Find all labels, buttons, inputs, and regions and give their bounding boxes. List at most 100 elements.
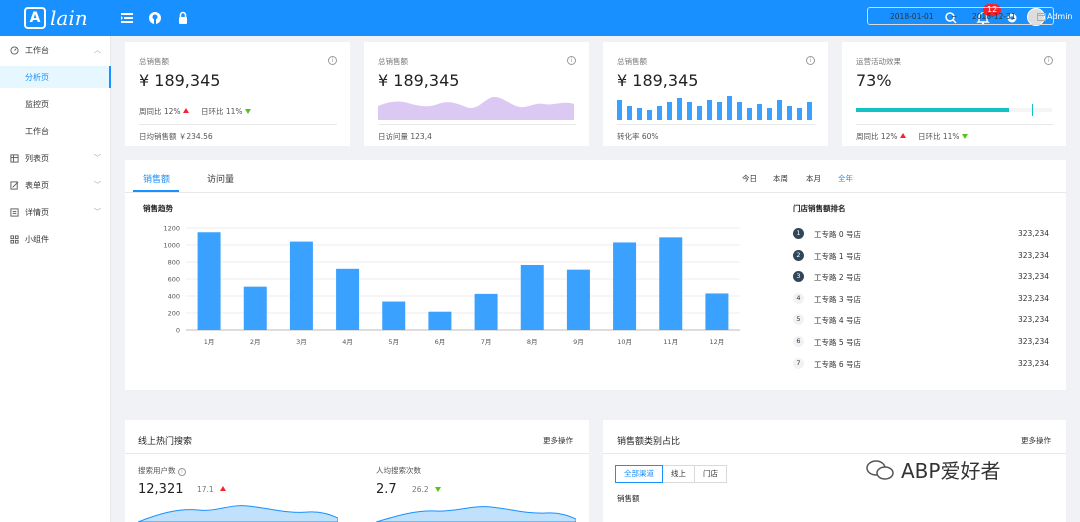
date-end[interactable]: 2018-12-31	[972, 12, 1016, 21]
wow-label: 周同比 12%	[139, 107, 181, 116]
sidebar-group-dashboard[interactable]: 工作台 ︿	[0, 39, 111, 61]
y-tick-label: 1200	[163, 225, 180, 233]
sidebar-item-workplace[interactable]: 工作台	[0, 120, 111, 142]
stat-value: ¥ 189,345	[378, 71, 460, 90]
y-tick-label: 800	[168, 259, 180, 267]
sidebar-group-label: 详情页	[25, 207, 49, 217]
card-title: 线上热门搜索	[138, 437, 193, 447]
divider	[139, 124, 337, 125]
stat-title: 运营活动效果	[856, 57, 901, 66]
info-icon[interactable]: i	[328, 56, 337, 65]
stat-footer: 日访问量 123,4	[378, 132, 432, 141]
caret-down-icon	[434, 487, 441, 492]
search-users-change-text: 17.1	[197, 485, 214, 494]
per-user-search-value: 2.7	[376, 482, 397, 497]
y-tick-label: 400	[168, 293, 180, 301]
more-actions-button[interactable]: 更多操作	[1021, 435, 1051, 446]
x-tick-label: 10月	[617, 338, 632, 346]
profile-icon	[10, 207, 19, 217]
channel-online-button[interactable]: 线上	[662, 465, 695, 483]
store-name: 工专路 3 号店	[814, 294, 862, 304]
sidebar-group-list[interactable]: 列表页 ﹀	[0, 147, 111, 169]
sales-trend-bar-chart: 0 200 400 600 800 1000 1200 1月 2月 3月 4月 5月 6月 7月 8月 9月 1…	[163, 225, 740, 346]
range-today[interactable]: 今日	[742, 173, 757, 184]
bar	[520, 264, 544, 330]
sidebar-group-widgets[interactable]: 小组件	[0, 228, 111, 250]
dashboard-icon	[10, 45, 19, 55]
stat-trend: 周同比 12% 日环比 11%	[856, 131, 968, 142]
chevron-up-icon: ︿	[94, 46, 101, 54]
store-ranking-row: 1 工专路 0 号店 323,234	[793, 227, 1049, 241]
search-users-change: 17.1	[197, 485, 226, 494]
logo-mark: A	[24, 7, 46, 29]
search-users-label: 搜索用户数 i	[138, 465, 186, 476]
sidebar-group-label: 表单页	[25, 180, 49, 190]
channel-store-button[interactable]: 门店	[694, 465, 727, 483]
date-range-picker[interactable]: 2018-01-01 ~ 2018-12-31	[867, 7, 1054, 25]
card-divider	[603, 453, 1066, 454]
progress-target-marker	[1032, 104, 1033, 116]
info-icon[interactable]: i	[567, 56, 576, 65]
stat-card-payments: 总销售额 i ¥ 189,345 转化率 60%	[603, 42, 828, 146]
stat-card-campaign: 运营活动效果 i 73% 周同比 12% 日环比 11%	[842, 42, 1066, 146]
stat-title: 总销售额	[139, 57, 169, 66]
sidebar-item-monitor[interactable]: 监控页	[0, 93, 111, 115]
campaign-progress-fill	[856, 108, 1009, 112]
rank-number: 6	[793, 336, 804, 347]
bar	[613, 242, 637, 330]
sidebar-item-label: 监控页	[25, 99, 49, 109]
caret-up-icon	[182, 108, 189, 113]
edit-icon	[10, 180, 19, 190]
info-icon[interactable]: i	[1044, 56, 1053, 65]
sidebar-item-label: 工作台	[25, 126, 49, 136]
divider	[856, 124, 1054, 125]
range-week[interactable]: 本周	[773, 173, 788, 184]
stat-trend: 周同比 12% 日环比 11%	[139, 106, 251, 117]
range-year[interactable]: 全年	[838, 173, 853, 184]
bar	[289, 241, 313, 330]
stat-value: ¥ 189,345	[617, 71, 699, 90]
date-start[interactable]: 2018-01-01	[890, 12, 934, 21]
rank-number: 2	[793, 249, 804, 261]
category-subtitle: 销售额	[617, 494, 640, 503]
payments-mini-bar-chart	[617, 96, 812, 120]
lock-icon[interactable]	[175, 10, 191, 26]
tab-sales[interactable]: 销售额	[143, 172, 170, 185]
more-actions-button[interactable]: 更多操作	[543, 435, 573, 446]
logo[interactable]: A lain	[24, 6, 88, 30]
campaign-progress-track	[856, 108, 1052, 112]
menu-fold-icon[interactable]	[119, 10, 135, 26]
tab-visits[interactable]: 访问量	[207, 172, 234, 185]
wow-label: 周同比 12%	[856, 132, 898, 141]
info-icon[interactable]: i	[806, 56, 815, 65]
store-sales-value: 323,234	[1017, 229, 1049, 238]
card-title: 销售额类别占比	[617, 437, 681, 447]
x-tick-label: 5月	[388, 338, 399, 346]
sidebar-group-form[interactable]: 表单页 ﹀	[0, 174, 111, 196]
range-month[interactable]: 本月	[806, 173, 821, 184]
caret-down-icon	[961, 134, 968, 139]
store-sales-value: 323,234	[1017, 358, 1049, 368]
bar	[566, 269, 590, 330]
caret-up-icon	[219, 486, 226, 491]
x-tick-label: 3月	[296, 338, 307, 346]
stat-value: 73%	[856, 71, 892, 90]
channel-all-button[interactable]: 全部渠道	[615, 465, 663, 483]
watermark-text: ABP爱好者	[901, 459, 1001, 483]
info-icon[interactable]: i	[177, 468, 186, 476]
sidebar-group-label: 工作台	[25, 45, 49, 55]
sidebar-group-label: 列表页	[25, 153, 49, 163]
sidebar-item-analysis[interactable]: 分析页	[0, 66, 111, 88]
github-icon[interactable]	[147, 10, 163, 26]
rank-number: 5	[793, 314, 804, 326]
calendar-icon	[1037, 13, 1046, 21]
store-sales-value: 323,234	[1017, 315, 1049, 325]
store-ranking-row: 4 工专路 3 号店 323,234	[793, 292, 1049, 306]
dod-label: 日环比 11%	[917, 132, 960, 141]
stat-footer: 日均销售额 ￥234.56	[139, 132, 213, 141]
appstore-icon	[10, 234, 19, 244]
x-tick-label: 7月	[481, 338, 492, 346]
tab-divider	[125, 192, 1066, 193]
store-ranking-row: 3 工专路 2 号店 323,234	[793, 270, 1049, 284]
sidebar-group-detail[interactable]: 详情页 ﹀	[0, 201, 111, 223]
